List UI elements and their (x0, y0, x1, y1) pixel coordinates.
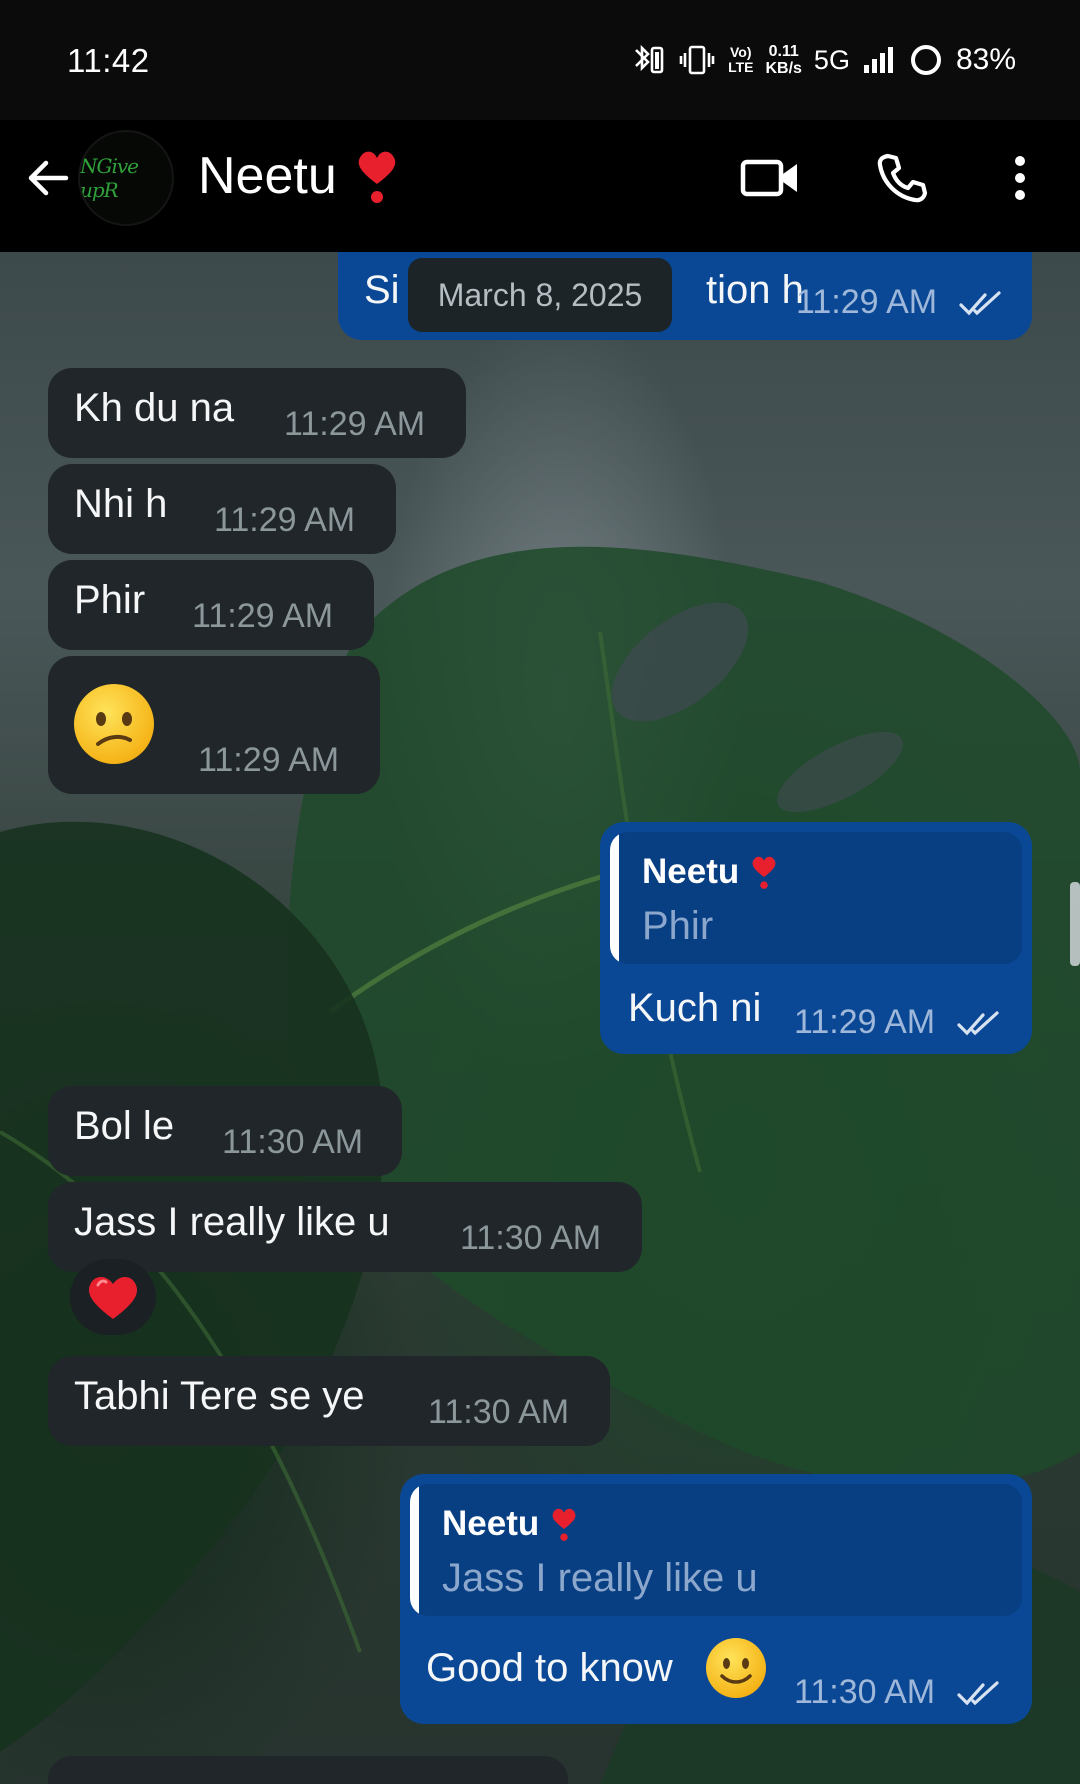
signal-icon (862, 40, 896, 80)
avatar-text: NGive upR (80, 154, 139, 202)
read-ticks-icon (956, 1011, 999, 1036)
voice-call-button[interactable] (870, 146, 934, 210)
more-options-button[interactable] (988, 146, 1052, 210)
confused-face-icon (74, 684, 154, 764)
network-type: 5G (813, 44, 850, 75)
heart-exclamation-icon (552, 1508, 576, 1541)
more-vert-icon (1015, 156, 1025, 200)
chat-header: NGive upR Neetu (0, 120, 1080, 252)
message-time: 11:29 AM (198, 741, 340, 779)
message-time: 11:29 AM (192, 597, 334, 635)
reply-accent-bar (410, 1484, 419, 1616)
chat-area[interactable]: Si tion h 11:29 AM March 8, 2025 Kh du n… (0, 252, 1080, 1784)
message-bubble-incoming[interactable] (48, 1756, 568, 1784)
message-time: 11:29 AM (796, 278, 1003, 326)
heart-reaction[interactable] (70, 1259, 156, 1335)
message-text: Kh du na (74, 386, 235, 430)
message-text: Good to know (426, 1646, 673, 1690)
message-bubble-incoming[interactable]: Tabhi Tere se ye 11:30 AM (48, 1356, 610, 1446)
avatar[interactable]: NGive upR (78, 130, 174, 226)
back-arrow-icon (28, 160, 69, 196)
message-bubble-outgoing[interactable]: Neetu Jass I really like u Good to know … (400, 1474, 1032, 1724)
status-bar: 11:42 Vo) LTE 0.11 KB/s 5G 83% (0, 0, 1080, 120)
message-bubble-incoming[interactable]: Kh du na 11:29 AM (48, 368, 466, 458)
reply-sender: Neetu (642, 848, 779, 896)
date-separator: March 8, 2025 (408, 258, 672, 332)
message-time: 11:30 AM (794, 1668, 1001, 1716)
smiling-face-icon (706, 1638, 766, 1698)
contact-name[interactable]: Neetu (198, 146, 401, 206)
message-bubble-incoming[interactable]: Jass I really like u 11:30 AM (48, 1182, 642, 1272)
status-time: 11:42 (67, 42, 150, 79)
message-time: 11:29 AM (214, 501, 356, 539)
scrollbar-thumb[interactable] (1070, 882, 1080, 966)
message-time: 11:29 AM (284, 405, 426, 443)
volte-indicator: Vo) LTE (728, 44, 754, 75)
reply-text: Jass I really like u (442, 1556, 758, 1600)
heart-exclamation-icon (752, 856, 776, 889)
heart-exclamation-icon (358, 151, 396, 203)
reply-accent-bar (610, 832, 619, 964)
message-text: Si (364, 268, 400, 312)
reply-text: Phir (642, 904, 714, 948)
video-call-icon (740, 159, 797, 197)
read-ticks-icon (956, 1681, 999, 1706)
message-time: 11:30 AM (460, 1219, 602, 1257)
reply-quote[interactable]: Neetu Phir (610, 832, 1022, 964)
message-time: 11:30 AM (428, 1393, 570, 1431)
message-text: Tabhi Tere se ye (74, 1374, 365, 1418)
message-time: 11:29 AM (794, 998, 1001, 1046)
reply-quote[interactable]: Neetu Jass I really like u (410, 1484, 1022, 1616)
reply-sender: Neetu (442, 1500, 579, 1548)
status-icons: Vo) LTE 0.11 KB/s 5G 83% (630, 40, 1016, 80)
message-text: Jass I really like u (74, 1200, 390, 1244)
heart-icon (88, 1276, 138, 1319)
message-text: tion h (706, 268, 804, 312)
battery-ring-icon (908, 40, 944, 80)
net-speed: 0.11 KB/s (765, 43, 802, 77)
bluetooth-battery-icon (630, 40, 666, 80)
message-bubble-incoming[interactable]: Nhi h 11:29 AM (48, 464, 396, 554)
message-text: Bol le (74, 1104, 175, 1148)
message-bubble-outgoing[interactable]: Neetu Phir Kuch ni 11:29 AM (600, 822, 1032, 1054)
message-text: Nhi h (74, 482, 168, 526)
phone-icon (877, 153, 928, 203)
read-ticks-icon (958, 291, 1001, 316)
vibrate-icon (678, 40, 716, 80)
message-bubble-incoming[interactable]: Phir 11:29 AM (48, 560, 374, 650)
battery-percent: 83% (955, 43, 1016, 76)
message-bubble-incoming[interactable]: 11:29 AM (48, 656, 380, 794)
video-call-button[interactable] (738, 146, 802, 210)
message-text: Phir (74, 578, 146, 622)
contact-name-text: Neetu (198, 147, 337, 205)
message-time: 11:30 AM (222, 1123, 364, 1161)
message-text: Kuch ni (628, 986, 762, 1030)
message-bubble-incoming[interactable]: Bol le 11:30 AM (48, 1086, 402, 1176)
back-button[interactable] (18, 148, 78, 208)
